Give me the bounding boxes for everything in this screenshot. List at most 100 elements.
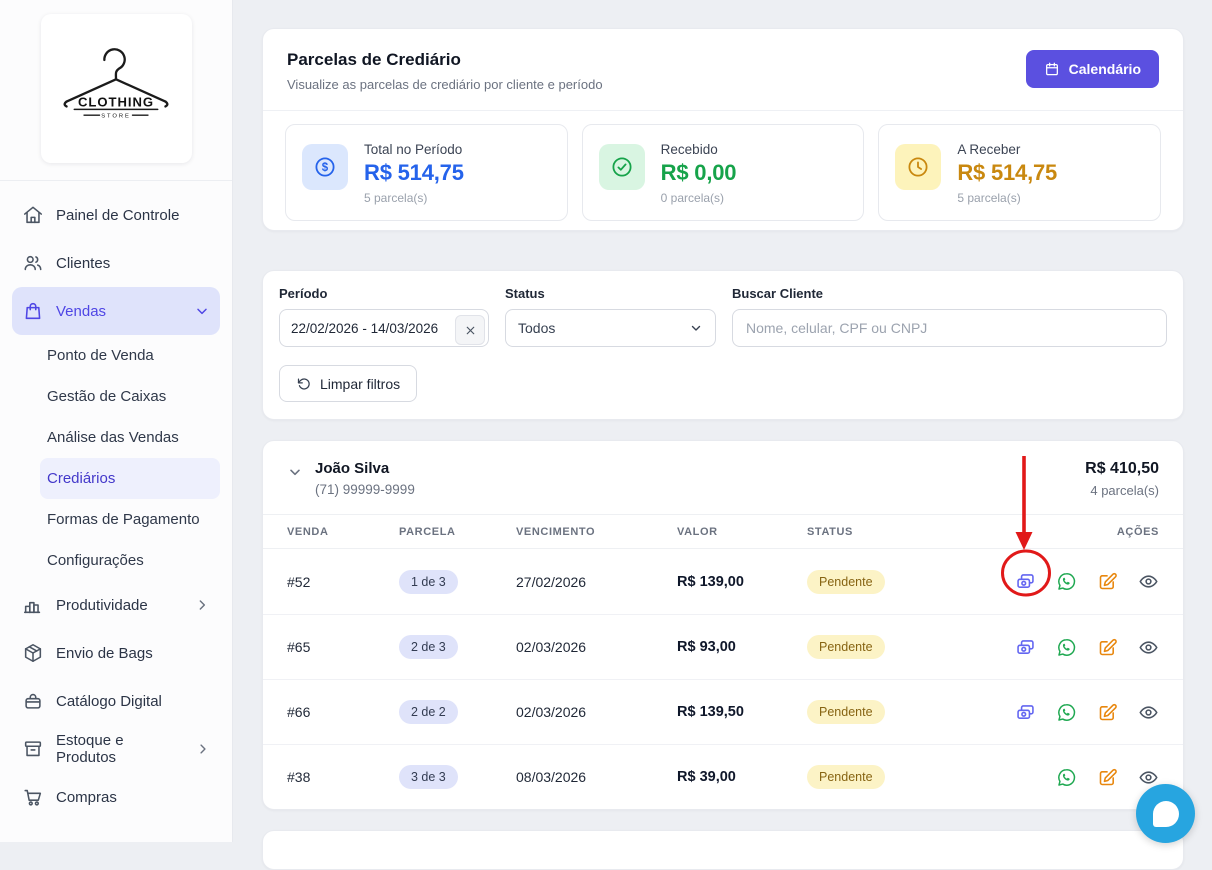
sidebar-item-label: Envio de Bags [56,644,153,662]
summary-card-recebido: Recebido R$ 0,00 0 parcela(s) [581,124,865,221]
whatsapp-button[interactable] [1056,767,1077,788]
view-installment-button[interactable] [1138,702,1159,723]
home-icon [23,206,43,224]
installment-badge: 2 de 3 [399,635,458,659]
summary-label: Total no Período [364,142,463,157]
col-header-parcela: PARCELA [399,525,456,538]
whatsapp-button[interactable] [1056,637,1077,658]
package-icon [24,643,42,663]
submenu-item-formas-de-pagamento[interactable]: Formas de Pagamento [40,499,220,540]
clear-period-button[interactable] [455,315,485,345]
edit-installment-button[interactable] [1097,637,1118,658]
chevron-right-icon [200,744,206,754]
col-header-vencimento: VENCIMENTO [516,525,596,538]
due-date: 02/03/2026 [516,704,587,720]
sidebar-item-produtividade[interactable]: Produtividade [12,581,220,629]
chevron-down-icon [197,308,207,315]
logo-section: CLOTHING STORE [0,0,232,181]
submenu-label: Gestão de Caixas [47,388,167,405]
clear-filters-button[interactable]: Limpar filtros [279,365,418,402]
summary-count: 0 parcela(s) [660,191,725,205]
search-client-input[interactable] [732,309,1167,347]
status-badge: Pendente [807,569,885,594]
status-select[interactable]: Todos [505,309,716,347]
submenu-item-gestao-de-caixas[interactable]: Gestão de Caixas [40,376,220,417]
check-circle-icon [612,157,632,177]
logo-subtext: STORE [101,113,131,119]
submenu-item-ponto-de-venda[interactable]: Ponto de Venda [40,335,220,376]
table-row: #52 1 de 3 27/02/2026 R$ 139,00 Pendente [263,549,1183,614]
installment-value: R$ 93,00 [677,639,736,655]
whatsapp-icon [1058,703,1076,721]
svg-text:$: $ [322,162,329,174]
view-installment-button[interactable] [1138,571,1159,592]
sidebar-item-estoque-e-produtos[interactable]: Estoque e Produtos [12,725,220,773]
sidebar-item-label: Clientes [56,254,111,272]
chat-widget-button[interactable] [1136,784,1195,843]
chevron-down-icon[interactable] [287,464,303,480]
installment-value: R$ 139,00 [677,573,744,590]
whatsapp-button[interactable] [1056,571,1077,592]
calendar-icon [1045,62,1058,76]
submenu-item-configuracoes[interactable]: Configurações [40,540,220,581]
sidebar-item-label: Vendas [56,302,107,320]
submenu-item-analise-das-vendas[interactable]: Análise das Vendas [40,417,220,458]
whatsapp-icon [1058,573,1076,590]
summary-value: R$ 0,00 [660,160,737,185]
sidebar-item-painel-de-controle[interactable]: Painel de Controle [12,191,220,239]
sale-number: #66 [287,704,311,720]
summary-card-total: $ Total no Período R$ 514,75 5 parcela(s… [285,124,568,221]
chevron-down-icon [691,325,701,331]
col-header-venda: VENDA [287,525,329,538]
whatsapp-icon [1058,768,1076,786]
installments-card: João Silva (71) 99999-9999 R$ 410,50 4 p… [262,440,1184,810]
installment-badge: 2 de 2 [399,700,458,724]
sidebar-item-envio-de-bags[interactable]: Envio de Bags [12,629,220,677]
client-group-header[interactable]: João Silva (71) 99999-9999 R$ 410,50 4 p… [263,441,1183,514]
installment-badge: 3 de 3 [399,765,458,789]
receive-payment-button[interactable] [1015,571,1036,592]
table-header-row: VENDA PARCELA VENCIMENTO VALOR STATUS AÇ… [263,514,1183,549]
shopping-bag-icon [25,302,41,320]
sale-number: #65 [287,639,311,655]
chat-bubble-icon [1152,800,1179,827]
edit-installment-button[interactable] [1097,702,1118,723]
submenu-label: Configurações [47,552,144,569]
receive-payment-button[interactable] [1015,702,1036,723]
eye-icon [1139,705,1158,719]
sidebar-item-label: Estoque e Produtos [56,732,124,766]
submenu-label: Formas de Pagamento [47,511,200,528]
next-client-card [262,830,1184,870]
whatsapp-button[interactable] [1056,702,1077,723]
summary-count: 5 parcela(s) [957,191,1021,205]
table-row: #66 2 de 2 02/03/2026 R$ 139,50 Pendente [263,679,1183,744]
client-name: João Silva [315,460,390,477]
sidebar-item-catalogo-digital[interactable]: Catálogo Digital [12,677,220,725]
sidebar: CLOTHING STORE Painel de Controle Client… [0,0,233,842]
calendar-button[interactable]: Calendário [1025,50,1159,88]
submenu-label: Análise das Vendas [47,429,179,446]
store-logo: CLOTHING STORE [40,14,192,163]
installment-badge: 1 de 3 [399,569,458,594]
summary-value: R$ 514,75 [364,160,464,185]
status-badge: Pendente [807,765,885,789]
sidebar-item-compras[interactable]: Compras [12,773,220,821]
hanger-logo-icon: CLOTHING STORE [63,47,169,119]
edit-installment-button[interactable] [1097,767,1118,788]
summary-value: R$ 514,75 [957,160,1058,185]
view-installment-button[interactable] [1138,637,1159,658]
submenu-item-crediarios[interactable]: Crediários [40,458,220,499]
edit-installment-button[interactable] [1097,571,1118,592]
vendas-submenu: Ponto de Venda Gestão de Caixas Análise … [12,335,220,581]
sidebar-item-label: Painel de Controle [56,206,180,224]
sidebar-item-vendas[interactable]: Vendas [12,287,220,335]
sidebar-item-clientes[interactable]: Clientes [12,239,220,287]
bar-chart-icon [23,601,41,614]
search-label: Buscar Cliente [732,286,824,301]
banknotes-icon [1017,639,1034,654]
handbag-icon [25,693,41,709]
calendar-button-label: Calendário [1068,61,1141,77]
submenu-label: Ponto de Venda [47,347,154,364]
receive-payment-button[interactable] [1015,637,1036,658]
client-phone: (71) 99999-9999 [315,482,415,497]
